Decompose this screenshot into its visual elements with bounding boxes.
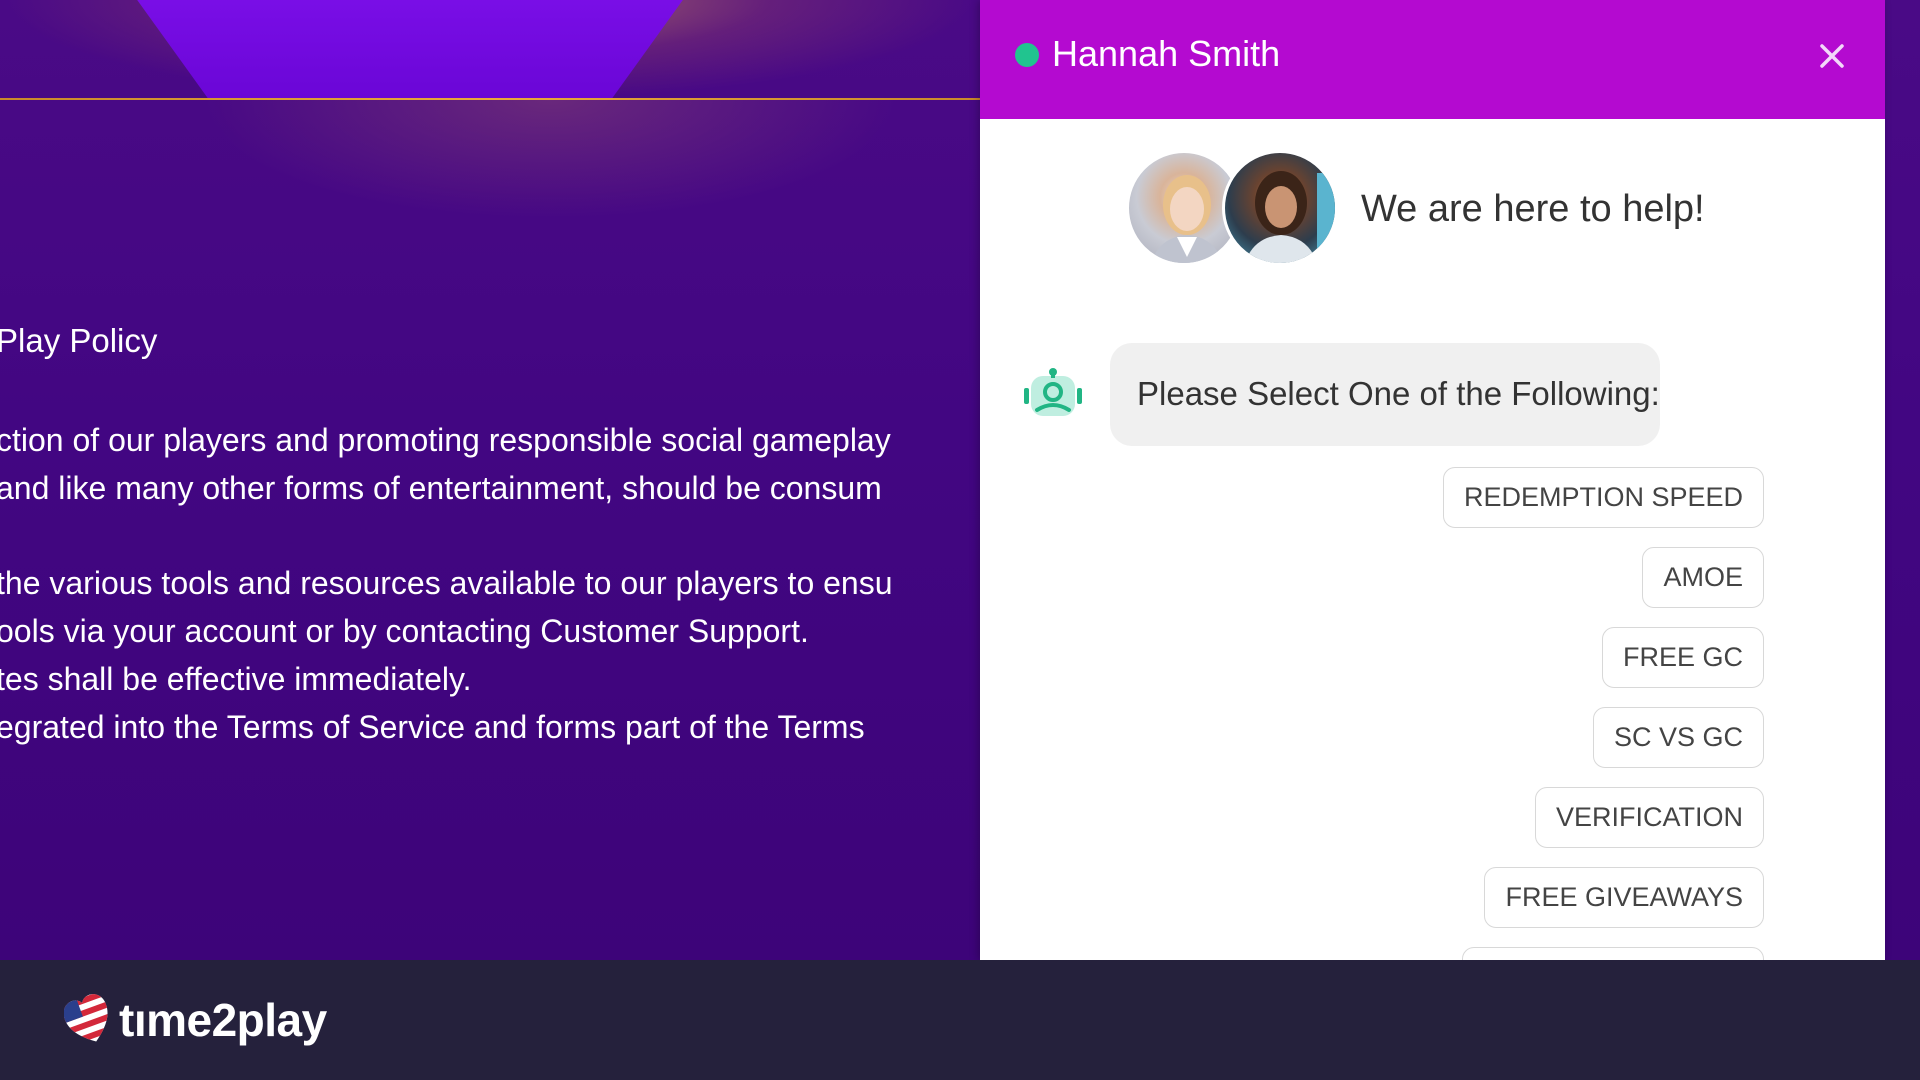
us-flag-icon — [64, 993, 112, 1045]
intro-text: We are here to help! — [1361, 188, 1705, 230]
bot-icon — [1024, 368, 1082, 416]
divider-glow — [200, 100, 900, 220]
page-title: Play Policy — [0, 322, 158, 359]
online-status-dot — [1015, 43, 1039, 67]
policy-text: ction of our players and promoting respo… — [0, 416, 996, 751]
policy-line: ction of our players and promoting respo… — [0, 422, 891, 458]
option-free-giveaways[interactable]: FREE GIVEAWAYS — [1484, 867, 1764, 928]
option-next-partial[interactable] — [1462, 947, 1764, 960]
option-verification[interactable]: VERIFICATION — [1534, 787, 1764, 848]
policy-line: the various tools and resources availabl… — [0, 565, 893, 601]
avatar — [1222, 150, 1338, 266]
option-sc-vs-gc[interactable]: SC VS GC — [1592, 707, 1764, 768]
policy-line: tes shall be effective immediately. — [0, 661, 472, 697]
policy-line: egrated into the Terms of Service and fo… — [0, 709, 865, 745]
agent-name: Hannah Smith — [1052, 33, 1281, 74]
policy-line: and like many other forms of entertainme… — [0, 470, 882, 506]
brand-logo[interactable]: tıme2play — [119, 994, 327, 1046]
bot-message: Please Select One of the Following: — [1110, 343, 1660, 446]
option-redemption-speed[interactable]: REDEMPTION SPEED — [1442, 467, 1764, 528]
header-banner — [130, 0, 690, 99]
option-free-gc[interactable]: FREE GC — [1601, 627, 1764, 688]
support-avatars — [1126, 150, 1338, 266]
chat-header: Hannah Smith — [980, 0, 1885, 119]
bot-message-text: Please Select One of the Following: — [1137, 375, 1660, 412]
chat-widget: Hannah Smith We are here to help! Please… — [980, 0, 1885, 960]
option-amoe[interactable]: AMOE — [1642, 547, 1764, 608]
close-button[interactable] — [1812, 36, 1852, 76]
close-icon — [1820, 44, 1844, 68]
policy-line: ools via your account or by contacting C… — [0, 613, 809, 649]
